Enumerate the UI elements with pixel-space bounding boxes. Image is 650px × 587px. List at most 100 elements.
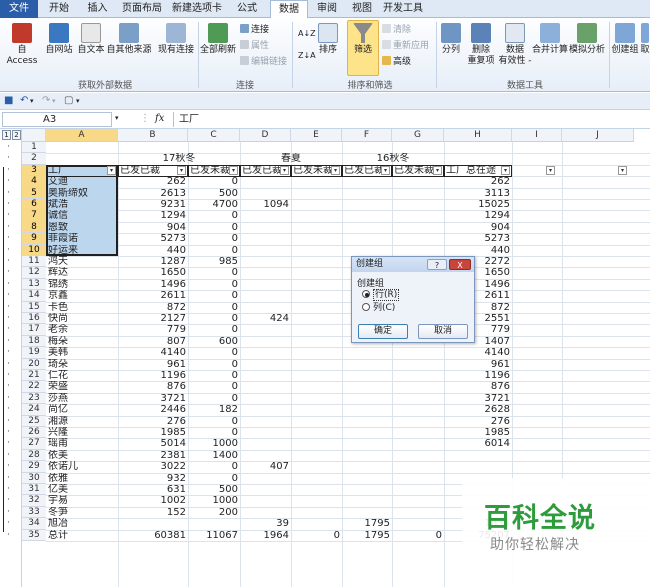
row-header[interactable]: 12 xyxy=(22,267,46,279)
filter-dropdown-icon[interactable]: ▾ xyxy=(433,165,442,175)
formula-input[interactable]: 工厂 xyxy=(173,112,648,127)
sort-za-button[interactable]: Z↓A xyxy=(298,50,316,61)
column-header[interactable]: I xyxy=(512,129,562,142)
value-cell[interactable]: 3113 xyxy=(444,188,512,199)
group-button[interactable]: 创建组 xyxy=(611,23,639,56)
value-cell[interactable]: 961 xyxy=(118,359,188,370)
factory-name-cell[interactable]: 冬笋 xyxy=(46,507,118,518)
value-cell[interactable]: 2628 xyxy=(444,404,512,415)
factory-name-cell[interactable]: 琦朵 xyxy=(46,359,118,370)
consolidate-button[interactable]: 合并计算 xyxy=(532,23,568,56)
filter-dropdown-icon[interactable]: ▾ xyxy=(280,165,289,175)
sort-az-button[interactable]: A↓Z xyxy=(298,28,316,39)
factory-name-cell[interactable]: 奥斯缔奴 xyxy=(46,188,118,199)
value-cell[interactable]: 0 xyxy=(188,370,240,381)
value-cell[interactable]: 0 xyxy=(188,279,240,290)
row-header[interactable]: 29 xyxy=(22,461,46,473)
factory-name-cell[interactable]: 恩致 xyxy=(46,222,118,233)
value-cell[interactable]: 1964 xyxy=(240,530,291,541)
row-header[interactable]: 34 xyxy=(22,518,46,530)
value-cell[interactable]: 2446 xyxy=(118,404,188,415)
value-cell[interactable]: 440 xyxy=(118,245,188,256)
value-cell[interactable]: 200 xyxy=(188,507,240,518)
value-cell[interactable]: 2613 xyxy=(118,188,188,199)
value-cell[interactable]: 1650 xyxy=(118,267,188,278)
value-cell[interactable]: 1496 xyxy=(118,279,188,290)
season-header[interactable]: 16秋冬 xyxy=(342,153,444,164)
value-cell[interactable]: 1795 xyxy=(342,530,392,541)
value-cell[interactable]: 0 xyxy=(188,290,240,301)
redo-icon[interactable]: ↷ xyxy=(42,95,50,106)
insert-function-icon[interactable]: fx xyxy=(155,113,164,124)
tab-3[interactable]: 页面布局 xyxy=(118,0,166,18)
value-cell[interactable]: 0 xyxy=(188,416,240,427)
row-header[interactable]: 10 xyxy=(22,244,46,256)
filter-dropdown-icon[interactable]: ▾ xyxy=(501,165,510,175)
row-header[interactable]: 23 xyxy=(22,392,46,405)
value-cell[interactable]: 876 xyxy=(118,381,188,392)
value-cell[interactable]: 9231 xyxy=(118,199,188,210)
row-header[interactable]: 16 xyxy=(22,313,46,325)
row-header[interactable]: 13 xyxy=(22,278,46,291)
help-button[interactable]: ? xyxy=(427,259,447,270)
season-header[interactable]: 春夏 xyxy=(240,153,342,164)
factory-name-cell[interactable]: 好运来 xyxy=(46,245,118,256)
value-cell[interactable]: 0 xyxy=(188,461,240,472)
value-cell[interactable]: 0 xyxy=(188,347,240,358)
ok-button[interactable]: 确定 xyxy=(358,324,408,339)
value-cell[interactable]: 39 xyxy=(240,518,291,529)
value-cell[interactable]: 276 xyxy=(118,416,188,427)
value-cell[interactable]: 1294 xyxy=(118,210,188,221)
value-cell[interactable]: 961 xyxy=(444,359,512,370)
value-cell[interactable]: 276 xyxy=(444,416,512,427)
row-header[interactable]: 6 xyxy=(22,199,46,211)
factory-name-cell[interactable]: 湘源 xyxy=(46,416,118,427)
factory-name-cell[interactable]: 老余 xyxy=(46,324,118,335)
outline-level-button[interactable]: 1 xyxy=(2,130,11,140)
factory-name-cell[interactable]: 荣盛 xyxy=(46,381,118,392)
factory-name-cell[interactable]: 锦绣 xyxy=(46,279,118,290)
factory-name-cell[interactable]: 快尚 xyxy=(46,313,118,324)
value-cell[interactable]: 872 xyxy=(118,302,188,313)
value-cell[interactable]: 0 xyxy=(188,393,240,404)
value-cell[interactable]: 1094 xyxy=(240,199,291,210)
value-cell[interactable]: 631 xyxy=(118,484,188,495)
value-cell[interactable]: 1002 xyxy=(118,495,188,506)
value-cell[interactable]: 0 xyxy=(392,530,444,541)
refresh-all-button[interactable]: 全部刷新 xyxy=(200,23,236,56)
value-cell[interactable]: 3721 xyxy=(118,393,188,404)
column-header[interactable]: A xyxy=(46,129,118,142)
value-cell[interactable]: 3721 xyxy=(444,393,512,404)
value-cell[interactable]: 5273 xyxy=(444,233,512,244)
tab-6[interactable]: 数据 xyxy=(270,0,308,19)
value-cell[interactable]: 904 xyxy=(118,222,188,233)
name-box-dropdown-icon[interactable]: ▾ xyxy=(115,114,119,122)
value-cell[interactable]: 4700 xyxy=(188,199,240,210)
name-box[interactable]: A3 xyxy=(2,112,112,127)
row-header[interactable]: 5 xyxy=(22,187,46,199)
value-cell[interactable]: 60381 xyxy=(118,530,188,541)
text-to-columns-button[interactable]: 分列 xyxy=(438,23,464,56)
row-header[interactable]: 25 xyxy=(22,415,46,427)
row-header[interactable]: 14 xyxy=(22,290,46,302)
value-cell[interactable]: 0 xyxy=(188,302,240,313)
value-cell[interactable]: 1985 xyxy=(118,427,188,438)
value-cell[interactable]: 904 xyxy=(444,222,512,233)
factory-name-cell[interactable]: 莎燕 xyxy=(46,393,118,404)
advanced-filter-button[interactable]: 高级 xyxy=(382,56,411,68)
column-header[interactable]: H xyxy=(444,129,512,142)
filter-dropdown-icon[interactable]: ▾ xyxy=(381,165,390,175)
factory-name-cell[interactable]: 兴隆 xyxy=(46,427,118,438)
what-if-analysis-button[interactable]: 模拟分析 xyxy=(568,23,606,56)
value-cell[interactable]: 407 xyxy=(240,461,291,472)
ungroup-button[interactable]: 取 xyxy=(640,23,650,56)
value-cell[interactable]: 0 xyxy=(188,324,240,335)
value-cell[interactable]: 0 xyxy=(188,245,240,256)
value-cell[interactable]: 262 xyxy=(444,176,512,187)
row-header[interactable]: 18 xyxy=(22,335,46,348)
edit-links-button[interactable]: 编辑链接 xyxy=(240,56,287,68)
filter-dropdown-icon[interactable]: ▾ xyxy=(618,165,627,175)
save-icon[interactable]: ■ xyxy=(4,95,13,106)
value-cell[interactable]: 0 xyxy=(188,210,240,221)
row-header[interactable]: 27 xyxy=(22,438,46,450)
